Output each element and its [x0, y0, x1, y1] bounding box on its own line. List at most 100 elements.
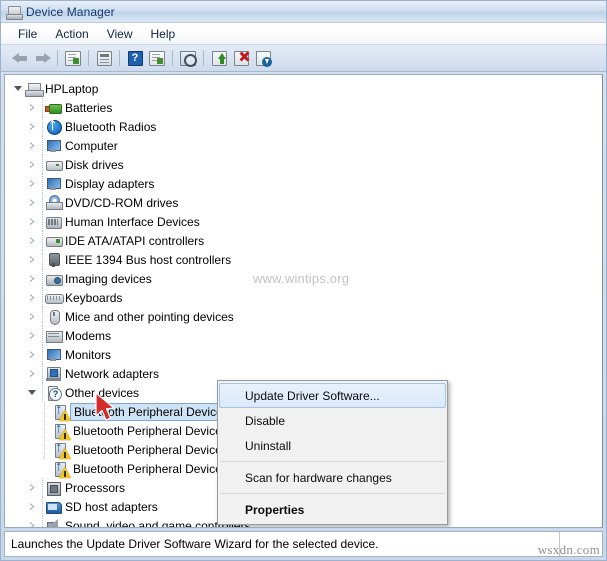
context-menu-item-uninstall[interactable]: Uninstall [219, 433, 446, 458]
expand-collapse-icon[interactable] [25, 179, 39, 188]
expand-collapse-icon[interactable] [25, 274, 39, 283]
show-hide-action-pane-button[interactable] [146, 47, 168, 69]
disable-device-button[interactable] [230, 47, 252, 69]
expand-collapse-icon[interactable] [25, 369, 39, 378]
expand-collapse-icon[interactable] [25, 483, 39, 492]
tree-node-label: Computer [65, 138, 118, 153]
toolbar-separator [119, 50, 120, 66]
arrow-left-icon [11, 52, 29, 65]
keyboard-icon [45, 290, 64, 306]
menu-file[interactable]: File [9, 25, 46, 43]
bluetooth-icon: ᛏ [45, 119, 62, 135]
tree-node-bluetooth-radios[interactable]: ᛏ Bluetooth Radios [5, 117, 602, 136]
tree-node-label: IDE ATA/ATAPI controllers [65, 233, 205, 248]
expand-collapse-icon[interactable] [25, 390, 39, 395]
context-menu-separator [220, 493, 445, 494]
console-tree-icon [65, 50, 81, 66]
tree-node-label: Display adapters [65, 176, 155, 191]
expand-collapse-icon[interactable] [25, 141, 39, 150]
device-manager-window: Device Manager File Action View Help ? H… [0, 0, 607, 561]
window-title: Device Manager [26, 4, 115, 19]
device-tree-panel[interactable]: HPLaptop Batteries ᛏ Bluetooth Radios Co… [4, 74, 603, 528]
tree-node-ieee-1394-bus-host-controllers[interactable]: IEEE 1394 Bus host controllers [5, 250, 602, 269]
tree-node-mice-and-other-pointing-devices[interactable]: Mice and other pointing devices [5, 307, 602, 326]
expand-collapse-icon[interactable] [11, 86, 25, 91]
context-menu[interactable]: Update Driver Software... Disable Uninst… [217, 380, 448, 525]
show-hide-console-tree-button[interactable] [62, 47, 84, 69]
tree-node-modems[interactable]: Modems [5, 326, 602, 345]
arrow-right-icon [34, 52, 51, 65]
tree-node-label: Bluetooth Peripheral Device [73, 423, 222, 438]
help-button[interactable]: ? [124, 47, 146, 69]
tree-node-label: Mice and other pointing devices [65, 309, 234, 324]
tree-node-disk-drives[interactable]: Disk drives [5, 155, 602, 174]
uninstall-device-button[interactable] [252, 47, 274, 69]
tree-node-root[interactable]: HPLaptop [5, 79, 602, 98]
properties-button[interactable] [93, 47, 115, 69]
action-pane-icon [149, 50, 165, 66]
tree-node-imaging-devices[interactable]: Imaging devices [5, 269, 602, 288]
expand-collapse-icon[interactable] [25, 331, 39, 340]
back-button[interactable] [9, 47, 31, 69]
context-menu-item-update-driver-software[interactable]: Update Driver Software... [219, 383, 446, 408]
status-text: Launches the Update Driver Software Wiza… [11, 537, 379, 551]
status-bar-grip [559, 532, 602, 556]
expand-collapse-icon[interactable] [25, 160, 39, 169]
ieee1394-icon [45, 252, 62, 268]
expand-collapse-icon[interactable] [25, 217, 39, 226]
context-menu-item-properties[interactable]: Properties [219, 497, 446, 522]
expand-collapse-icon[interactable] [25, 502, 39, 511]
expand-collapse-icon[interactable] [25, 103, 39, 112]
expand-collapse-icon[interactable] [25, 198, 39, 207]
menu-view[interactable]: View [98, 25, 142, 43]
tree-node-label: IEEE 1394 Bus host controllers [65, 252, 232, 267]
tree-node-keyboards[interactable]: Keyboards [5, 288, 602, 307]
expand-collapse-icon[interactable] [25, 236, 39, 245]
tree-node-label: DVD/CD-ROM drives [65, 195, 179, 210]
context-menu-item-disable[interactable]: Disable [219, 408, 446, 433]
tree-node-label: Keyboards [65, 290, 123, 305]
tree-node-label: Disk drives [65, 157, 124, 172]
tree-node-display-adapters[interactable]: Display adapters [5, 174, 602, 193]
expand-collapse-icon[interactable] [25, 312, 39, 321]
expand-collapse-icon[interactable] [25, 255, 39, 264]
tree-node-dvd-cdrom-drives[interactable]: DVD/CD-ROM drives [5, 193, 602, 212]
context-menu-separator [220, 461, 445, 462]
tree-node-label: Modems [65, 328, 112, 343]
tree-node-ide-ata-atapi-controllers[interactable]: IDE ATA/ATAPI controllers [5, 231, 602, 250]
tree-node-label: Human Interface Devices [65, 214, 200, 229]
scan-for-hardware-changes-button[interactable] [177, 47, 199, 69]
context-menu-item-scan-for-hardware-changes[interactable]: Scan for hardware changes [219, 465, 446, 490]
toolbar: ? [1, 45, 606, 72]
forward-button[interactable] [31, 47, 53, 69]
tree-node-batteries[interactable]: Batteries [5, 98, 602, 117]
tree-node-monitors[interactable]: Monitors [5, 345, 602, 364]
expand-collapse-icon[interactable] [25, 350, 39, 359]
expand-collapse-icon[interactable] [25, 293, 39, 302]
expand-collapse-icon[interactable] [25, 122, 39, 131]
tree-node-label: Batteries [65, 100, 113, 115]
tree-node-label: SD host adapters [65, 499, 158, 514]
tree-node-computer[interactable]: Computer [5, 136, 602, 155]
title-bar: Device Manager [1, 1, 606, 23]
properties-icon [96, 50, 112, 66]
disable-device-icon [233, 50, 249, 66]
tree-node-label: Bluetooth Peripheral Device [73, 442, 222, 457]
tree-node-label: Processors [65, 480, 126, 495]
expand-collapse-icon[interactable] [25, 521, 39, 527]
bluetooth-peripheral-warning-icon: ᛏ [53, 404, 71, 421]
disk-drive-icon [45, 157, 63, 173]
sd-host-adapter-icon [45, 499, 62, 515]
other-devices-icon: ? [45, 385, 62, 401]
bluetooth-peripheral-warning-icon: ᛏ [53, 442, 71, 459]
battery-icon [45, 100, 62, 116]
ide-controller-icon [45, 233, 63, 249]
tree-node-label: Bluetooth Peripheral Device [74, 404, 223, 419]
update-driver-software-button[interactable] [208, 47, 230, 69]
menu-help[interactable]: Help [142, 25, 185, 43]
tree-node-label: Network adapters [65, 366, 160, 381]
tree-node-label: Imaging devices [65, 271, 152, 286]
display-adapter-icon [45, 176, 62, 192]
tree-node-human-interface-devices[interactable]: Human Interface Devices [5, 212, 602, 231]
menu-action[interactable]: Action [46, 25, 97, 43]
